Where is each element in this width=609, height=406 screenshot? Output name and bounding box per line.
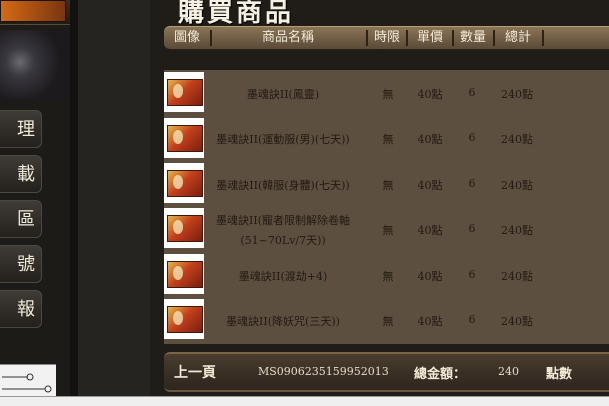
emblem-image — [0, 30, 70, 100]
total-amount-value: 240 — [498, 365, 519, 378]
item-qty: 6 — [468, 86, 476, 99]
item-qty: 6 — [468, 177, 476, 190]
total-amount-label: 總金額： — [414, 367, 467, 382]
item-time: 無 — [382, 224, 394, 237]
item-thumbnail — [164, 299, 204, 339]
item-box-icon — [167, 125, 203, 152]
item-qty: 6 — [468, 222, 476, 235]
item-box-icon — [167, 170, 203, 197]
side-pane — [78, 0, 150, 405]
item-name-line2: (51~70Lv/7天)) — [240, 234, 326, 247]
item-name: 墨魂訣II(渡劫+4) — [238, 270, 328, 283]
order-code: MS0906235159952013 — [258, 365, 389, 378]
summary-bar: 上一頁 MS0906235159952013 總金額： 240 點數 — [164, 352, 609, 392]
item-name: 墨魂訣II(寵者限制解除卷軸 — [216, 214, 350, 227]
item-price: 40點 — [417, 88, 443, 101]
header-name: 商品名稱 — [261, 30, 314, 45]
left-sidebar: 理 載 區 號 報 — [0, 0, 70, 406]
item-total: 240點 — [501, 270, 533, 283]
item-name: 墨魂訣II(運動服(男)(七天)) — [216, 133, 350, 146]
left-banner — [0, 0, 70, 25]
header-time: 時限 — [373, 30, 400, 45]
table-row: 墨魂訣II(降妖咒(三天)) 無 40點 6 240點 — [164, 297, 609, 343]
left-nav-button-3[interactable]: 區 — [0, 200, 42, 238]
banner-strip — [0, 0, 66, 22]
item-thumbnail — [164, 72, 204, 112]
header-image: 圖像 — [173, 30, 200, 45]
prev-page-button[interactable]: 上一頁 — [174, 362, 216, 382]
header-separator — [452, 30, 454, 46]
header-qty: 數量 — [459, 30, 486, 45]
item-list: 墨魂訣II(鳳靈) 無 40點 6 240點 墨魂訣II(運動服(男)(七天))… — [164, 70, 609, 344]
item-price: 40點 — [417, 224, 443, 237]
item-time: 無 — [382, 315, 394, 328]
item-box-icon — [167, 79, 203, 106]
item-qty: 6 — [468, 268, 476, 281]
item-price: 40點 — [417, 179, 443, 192]
item-name: 墨魂訣II(韓服(身體)(七天)) — [216, 179, 350, 192]
header-separator — [542, 30, 544, 46]
item-thumbnail — [164, 118, 204, 158]
item-qty: 6 — [468, 131, 476, 144]
item-name: 墨魂訣II(降妖咒(三天)) — [226, 315, 340, 328]
header-separator — [493, 30, 495, 46]
item-name: 墨魂訣II(鳳靈) — [246, 88, 320, 101]
item-time: 無 — [382, 133, 394, 146]
left-nav-button-5[interactable]: 報 — [0, 290, 42, 328]
left-nav-button-1[interactable]: 理 — [0, 110, 42, 148]
item-box-icon — [167, 215, 203, 242]
item-qty: 6 — [468, 313, 476, 326]
purchase-panel: 購買商品 圖像 商品名稱 時限 單價 數量 總計 墨魂訣II(鳳靈) 無 40點… — [150, 0, 609, 405]
item-total: 240點 — [501, 224, 533, 237]
item-time: 無 — [382, 270, 394, 283]
item-time: 無 — [382, 179, 394, 192]
table-header: 圖像 商品名稱 時限 單價 數量 總計 — [164, 26, 609, 50]
header-separator — [210, 30, 212, 46]
table-row: 墨魂訣II(寵者限制解除卷軸 (51~70Lv/7天)) 無 40點 6 240… — [164, 206, 609, 252]
table-row: 墨魂訣II(韓服(身體)(七天)) 無 40點 6 240點 — [164, 161, 609, 207]
item-total: 240點 — [501, 88, 533, 101]
item-box-icon — [167, 261, 203, 288]
item-price: 40點 — [417, 315, 443, 328]
item-total: 240點 — [501, 133, 533, 146]
item-total: 240點 — [501, 179, 533, 192]
column-divider — [70, 0, 78, 405]
left-nav-button-2[interactable]: 載 — [0, 155, 42, 193]
title-area: 購買商品 — [150, 0, 609, 28]
item-thumbnail — [164, 254, 204, 294]
header-separator — [406, 30, 408, 46]
item-thumbnail — [164, 163, 204, 203]
item-total: 240點 — [501, 315, 533, 328]
item-box-icon — [167, 306, 203, 333]
item-price: 40點 — [417, 133, 443, 146]
header-separator — [366, 30, 368, 46]
table-row: 墨魂訣II(渡劫+4) 無 40點 6 240點 — [164, 252, 609, 298]
total-amount-unit: 點數 — [546, 367, 573, 382]
item-thumbnail — [164, 208, 204, 248]
header-price: 單價 — [416, 30, 443, 45]
page-title: 購買商品 — [178, 0, 295, 28]
header-total: 總計 — [504, 30, 531, 45]
item-time: 無 — [382, 88, 394, 101]
connector-diagram-icon — [2, 373, 52, 393]
table-row: 墨魂訣II(運動服(男)(七天)) 無 40點 6 240點 — [164, 116, 609, 162]
item-price: 40點 — [417, 270, 443, 283]
left-nav-button-4[interactable]: 號 — [0, 245, 42, 283]
table-row: 墨魂訣II(鳳靈) 無 40點 6 240點 — [164, 70, 609, 116]
